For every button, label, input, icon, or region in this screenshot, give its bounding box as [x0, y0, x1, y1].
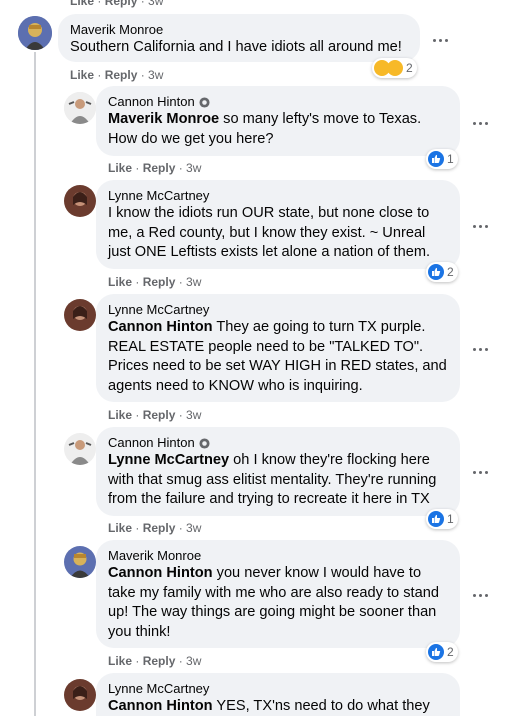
comment-author[interactable]: Maverik Monroe: [70, 22, 408, 38]
more-options-button[interactable]: [470, 467, 490, 477]
timestamp: 3w: [148, 0, 164, 8]
avatar[interactable]: [64, 546, 96, 578]
timestamp: 3w: [186, 521, 202, 535]
thread-line: [34, 52, 36, 716]
reaction-summary[interactable]: 2: [372, 58, 417, 78]
like-link[interactable]: Like: [108, 275, 132, 289]
reaction-count: 1: [447, 152, 454, 166]
reaction-count: 2: [447, 265, 454, 279]
comment-bubble: Lynne McCartney Cannon Hinton YES, TX'ns…: [96, 673, 460, 716]
reaction-summary[interactable]: 1: [426, 509, 458, 529]
avatar[interactable]: [64, 433, 96, 465]
mention-link[interactable]: Lynne McCartney: [108, 452, 229, 468]
comment-actions: Like · Reply · 3w: [108, 521, 202, 535]
mention-link[interactable]: Cannon Hinton: [108, 698, 213, 714]
like-link[interactable]: Like: [70, 68, 94, 82]
like-reaction-icon: [428, 151, 444, 167]
comment-bubble: Cannon Hinton Lynne McCartney oh I know …: [96, 427, 460, 516]
comment-text: Cannon Hinton you never know I would hav…: [108, 565, 439, 640]
sad-emoji-icon: [387, 60, 403, 76]
more-options-button[interactable]: [470, 118, 490, 128]
like-reaction-icon: [428, 511, 444, 527]
timestamp: 3w: [186, 275, 202, 289]
shield-badge-icon: [199, 96, 210, 108]
timestamp: 3w: [186, 654, 202, 668]
reply-link[interactable]: Reply: [143, 275, 176, 289]
comment-author[interactable]: Lynne McCartney: [108, 188, 448, 204]
mention-link[interactable]: Cannon Hinton: [108, 565, 213, 581]
avatar[interactable]: [64, 299, 96, 331]
comment-text: Cannon Hinton YES, TX'ns need to do what…: [108, 698, 430, 714]
avatar[interactable]: [64, 185, 96, 217]
comment-actions: Like · Reply · 3w: [108, 654, 202, 668]
like-reaction-icon: [428, 264, 444, 280]
comment-bubble: Lynne McCartney Cannon Hinton They ae go…: [96, 294, 460, 402]
top-comment-meta: Like · Reply · 3w: [70, 0, 163, 8]
timestamp: 3w: [186, 408, 202, 422]
mention-link[interactable]: Maverik Monroe: [108, 111, 219, 127]
reaction-count: 1: [447, 512, 454, 526]
avatar[interactable]: [64, 679, 96, 711]
timestamp: 3w: [186, 161, 202, 175]
comment-text: Cannon Hinton They ae going to turn TX p…: [108, 319, 447, 394]
like-link[interactable]: Like: [108, 408, 132, 422]
more-options-button[interactable]: [470, 344, 490, 354]
comment-bubble: Lynne McCartney I know the idiots run OU…: [96, 180, 460, 269]
reply-link[interactable]: Reply: [105, 68, 138, 82]
reaction-summary[interactable]: 2: [426, 262, 458, 282]
reply-link[interactable]: Reply: [143, 521, 176, 535]
comment-actions: Like · Reply · 3w: [70, 68, 164, 82]
shield-badge-icon: [199, 437, 210, 449]
reply-link[interactable]: Reply: [143, 408, 176, 422]
like-link[interactable]: Like: [108, 521, 132, 535]
reaction-count: 2: [447, 645, 454, 659]
comment-actions: Like · Reply · 3w: [108, 275, 202, 289]
comment-author[interactable]: Lynne McCartney: [108, 681, 448, 697]
comment-author[interactable]: Cannon Hinton: [108, 94, 448, 110]
mention-link[interactable]: Cannon Hinton: [108, 319, 213, 335]
reply-link[interactable]: Reply: [105, 0, 138, 8]
avatar[interactable]: [64, 92, 96, 124]
timestamp: 3w: [148, 68, 164, 82]
reply-link[interactable]: Reply: [143, 654, 176, 668]
more-options-button[interactable]: [430, 35, 450, 45]
reaction-summary[interactable]: 1: [426, 149, 458, 169]
comment-bubble: Maverik Monroe Southern California and I…: [58, 14, 420, 62]
comment-bubble: Maverik Monroe Cannon Hinton you never k…: [96, 540, 460, 648]
comment-bubble: Cannon Hinton Maverik Monroe so many lef…: [96, 86, 460, 156]
comment-actions: Like · Reply · 3w: [108, 408, 202, 422]
like-reaction-icon: [428, 644, 444, 660]
reaction-summary[interactable]: 2: [426, 642, 458, 662]
reply-link[interactable]: Reply: [143, 161, 176, 175]
comment-author[interactable]: Maverik Monroe: [108, 548, 448, 564]
comment-text: Lynne McCartney oh I know they're flocki…: [108, 452, 437, 507]
comment-text: Maverik Monroe so many lefty's move to T…: [108, 111, 422, 147]
more-options-button[interactable]: [470, 221, 490, 231]
comment-author[interactable]: Lynne McCartney: [108, 302, 448, 318]
comment-text: Southern California and I have idiots al…: [70, 39, 402, 55]
comment-author[interactable]: Cannon Hinton: [108, 435, 448, 451]
like-link[interactable]: Like: [108, 161, 132, 175]
comment-text: I know the idiots run OUR state, but non…: [108, 205, 431, 260]
more-options-button[interactable]: [470, 590, 490, 600]
reaction-count: 2: [406, 61, 413, 75]
like-link[interactable]: Like: [70, 0, 94, 8]
comment-actions: Like · Reply · 3w: [108, 161, 202, 175]
avatar[interactable]: [18, 16, 52, 50]
like-link[interactable]: Like: [108, 654, 132, 668]
